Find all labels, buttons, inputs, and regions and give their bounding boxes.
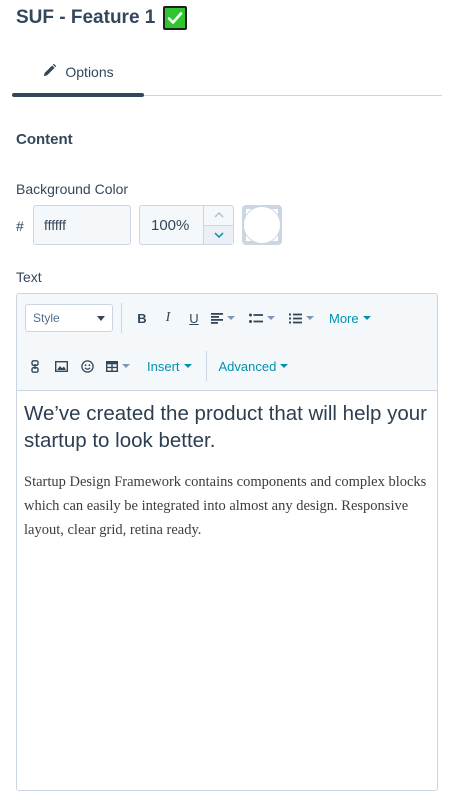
style-select-value: Style xyxy=(33,311,60,325)
chevron-up-icon xyxy=(213,212,224,218)
decrement-button[interactable] xyxy=(204,225,233,244)
text-label: Text xyxy=(16,269,42,285)
tab-bar: Options xyxy=(12,48,442,97)
table-icon xyxy=(106,360,118,372)
increment-button[interactable] xyxy=(204,206,233,226)
caret-down-icon xyxy=(183,364,192,368)
insert-dropdown[interactable]: Insert xyxy=(143,359,196,374)
checkmark-icon xyxy=(163,6,188,30)
numbered-list-dropdown[interactable] xyxy=(286,305,317,331)
rich-text-editor[interactable]: Style B I U More Insert Advanced We’ve c… xyxy=(16,293,438,791)
style-select[interactable]: Style xyxy=(25,304,113,332)
advanced-dropdown[interactable]: Advanced xyxy=(215,359,293,374)
tab-options[interactable]: Options xyxy=(12,48,144,96)
editor-headline: We’ve created the product that will help… xyxy=(24,402,428,452)
toolbar-divider xyxy=(205,351,207,381)
editor-content[interactable]: We’ve created the product that will help… xyxy=(24,400,429,542)
bold-icon[interactable]: B xyxy=(132,305,152,331)
toolbar-row-1: Style B I U More xyxy=(25,303,375,333)
numbered-list-icon xyxy=(289,313,302,323)
image-icon[interactable] xyxy=(51,353,71,379)
opacity-stepper-controls xyxy=(203,206,233,244)
tab-options-label: Options xyxy=(65,64,114,80)
emoji-icon[interactable] xyxy=(77,353,97,379)
hash-label: # xyxy=(16,218,24,234)
underline-icon[interactable]: U xyxy=(184,305,204,331)
bullet-list-icon xyxy=(249,313,263,323)
active-tab-indicator xyxy=(12,93,144,97)
advanced-label: Advanced xyxy=(218,358,277,374)
table-dropdown[interactable] xyxy=(103,353,133,379)
dropdown-caret-icon xyxy=(97,315,105,321)
hex-color-input[interactable] xyxy=(33,205,131,245)
color-swatch xyxy=(243,206,281,244)
toolbar-divider xyxy=(121,303,122,333)
opacity-stepper[interactable]: 100% xyxy=(139,205,234,245)
toolbar-row-2: Insert Advanced xyxy=(25,351,292,381)
more-dropdown[interactable]: More xyxy=(325,311,375,326)
editor-toolbar: Style B I U More Insert Advanced xyxy=(17,294,437,391)
module-title-text: SUF - Feature 1 xyxy=(16,7,156,28)
chevron-down-icon xyxy=(213,232,224,238)
pencil-icon xyxy=(42,63,57,81)
align-dropdown[interactable] xyxy=(208,305,238,331)
editor-body-text: Startup Design Framework contains compon… xyxy=(24,474,427,538)
caret-down-icon xyxy=(227,316,235,320)
caret-down-icon xyxy=(362,316,371,320)
caret-down-icon xyxy=(280,364,289,368)
caret-down-icon xyxy=(306,316,314,320)
insert-label: Insert xyxy=(147,358,180,374)
italic-icon[interactable]: I xyxy=(158,305,178,331)
caret-down-icon xyxy=(267,316,275,320)
opacity-value[interactable]: 100% xyxy=(140,206,203,244)
background-color-label: Background Color xyxy=(16,181,129,197)
align-left-icon xyxy=(211,312,223,324)
section-title-content: Content xyxy=(16,131,73,148)
link-icon[interactable] xyxy=(25,353,45,379)
module-title: SUF - Feature 1 xyxy=(16,6,188,30)
more-label: More xyxy=(329,310,359,326)
color-swatch-button[interactable] xyxy=(242,205,282,245)
bullet-list-dropdown[interactable] xyxy=(246,305,278,331)
caret-down-icon xyxy=(122,364,130,368)
